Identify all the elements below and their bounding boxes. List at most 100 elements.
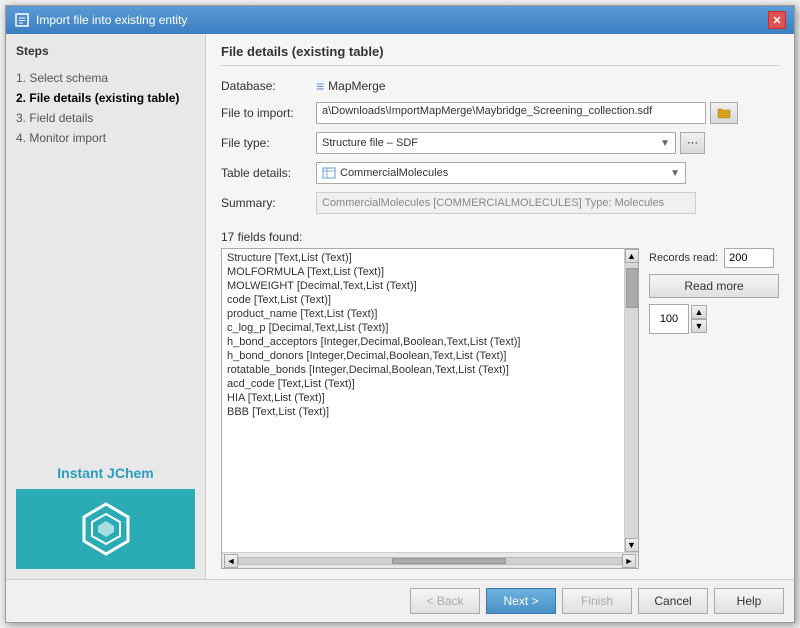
records-read-row: Records read: 200 xyxy=(649,248,779,268)
step-2-number: 2. xyxy=(16,91,26,105)
hexagon-logo-icon xyxy=(76,499,136,559)
table-combo-arrow-icon: ▼ xyxy=(670,168,680,179)
next-button[interactable]: Next > xyxy=(486,588,556,614)
step-1-number: 1. xyxy=(16,71,26,85)
list-item: acd_code [Text,List (Text)] xyxy=(222,377,624,391)
step-2: 2. File details (existing table) xyxy=(16,88,195,108)
vertical-scrollbar[interactable]: ▲ ▼ xyxy=(624,249,638,552)
database-icon: ≡ xyxy=(316,78,324,94)
file-type-combo-row: Structure file – SDF ▼ ··· xyxy=(316,132,779,154)
step-3-label: Field details xyxy=(29,111,93,125)
list-item: rotatable_bonds [Integer,Decimal,Boolean… xyxy=(222,363,624,377)
sidebar: Steps 1. Select schema 2. File details (… xyxy=(6,34,206,579)
step-3: 3. Field details xyxy=(16,108,195,128)
steps-list: 1. Select schema 2. File details (existi… xyxy=(16,68,195,148)
dialog-title: Import file into existing entity xyxy=(36,13,187,27)
list-item: MOLFORMULA [Text,List (Text)] xyxy=(222,265,624,279)
database-label: Database: xyxy=(221,79,316,93)
step-4-label: Monitor import xyxy=(29,131,106,145)
fields-inner: Structure [Text,List (Text)]MOLFORMULA [… xyxy=(222,249,638,552)
spinner-up-button[interactable]: ▲ xyxy=(691,305,707,319)
right-panel: Records read: 200 Read more 100 ▲ ▼ xyxy=(649,248,779,569)
file-type-row: File type: Structure file – SDF ▼ ··· xyxy=(221,132,779,154)
list-item: h_bond_acceptors [Integer,Decimal,Boolea… xyxy=(222,335,624,349)
list-item: code [Text,List (Text)] xyxy=(222,293,624,307)
file-to-import-row: File to import: a\Downloads\ImportMapMer… xyxy=(221,102,779,124)
main-panel: File details (existing table) Database: … xyxy=(206,34,794,579)
list-item: HIA [Text,List (Text)] xyxy=(222,391,624,405)
brand-label: Instant JChem xyxy=(57,465,153,481)
table-combo-row: CommercialMolecules ▼ xyxy=(316,162,779,184)
title-bar: Import file into existing entity ✕ xyxy=(6,6,794,34)
step-3-number: 3. xyxy=(16,111,26,125)
spinner-down-button[interactable]: ▼ xyxy=(691,319,707,333)
step-4: 4. Monitor import xyxy=(16,128,195,148)
table-icon xyxy=(322,167,336,179)
summary-value: CommercialMolecules [COMMERCIALMOLECULES… xyxy=(316,192,696,214)
step-2-label: File details (existing table) xyxy=(29,91,179,105)
horizontal-scrollbar: ◄ ► xyxy=(222,552,638,568)
summary-label: Summary: xyxy=(221,196,316,210)
h-scroll-thumb xyxy=(392,558,507,564)
scroll-right-button[interactable]: ► xyxy=(622,554,636,568)
file-type-label: File type: xyxy=(221,136,316,150)
content-area: Steps 1. Select schema 2. File details (… xyxy=(6,34,794,579)
spinner-value: 100 xyxy=(649,304,689,334)
scroll-thumb xyxy=(626,268,638,308)
title-bar-left: Import file into existing entity xyxy=(14,12,187,28)
h-scroll-track xyxy=(238,557,622,565)
fields-list[interactable]: Structure [Text,List (Text)]MOLFORMULA [… xyxy=(222,249,624,552)
logo-box xyxy=(16,489,195,569)
fields-found-label: 17 fields found: xyxy=(221,230,779,244)
dialog-icon xyxy=(14,12,30,28)
step-1: 1. Select schema xyxy=(16,68,195,88)
spinner-row: 100 ▲ ▼ xyxy=(649,304,779,334)
panel-title: File details (existing table) xyxy=(221,44,779,66)
help-button[interactable]: Help xyxy=(714,588,784,614)
browse-button[interactable] xyxy=(710,102,738,124)
scroll-track xyxy=(625,263,639,538)
step-4-number: 4. xyxy=(16,131,26,145)
step-1-label: Select schema xyxy=(29,71,108,85)
steps-title: Steps xyxy=(16,44,195,58)
list-item: c_log_p [Decimal,Text,List (Text)] xyxy=(222,321,624,335)
file-input-row: a\Downloads\ImportMapMerge\Maybridge_Scr… xyxy=(316,102,779,124)
database-row: Database: ≡ MapMerge xyxy=(221,78,779,94)
sidebar-logo-area: Instant JChem xyxy=(16,465,195,569)
database-value: ≡ MapMerge xyxy=(316,78,386,94)
file-type-value: Structure file – SDF xyxy=(322,137,418,149)
fields-section: 17 fields found: Structure [Text,List (T… xyxy=(221,230,779,569)
summary-row: Summary: CommercialMolecules [COMMERCIAL… xyxy=(221,192,779,214)
close-button[interactable]: ✕ xyxy=(768,11,786,29)
finish-button[interactable]: Finish xyxy=(562,588,632,614)
records-read-value: 200 xyxy=(724,248,774,268)
folder-icon xyxy=(717,107,731,119)
read-more-button[interactable]: Read more xyxy=(649,274,779,298)
list-item: product_name [Text,List (Text)] xyxy=(222,307,624,321)
back-button[interactable]: < Back xyxy=(410,588,480,614)
scroll-left-button[interactable]: ◄ xyxy=(224,554,238,568)
cancel-button[interactable]: Cancel xyxy=(638,588,708,614)
list-item: MOLWEIGHT [Decimal,Text,List (Text)] xyxy=(222,279,624,293)
database-name: MapMerge xyxy=(328,79,385,93)
bottom-bar: < Back Next > Finish Cancel Help xyxy=(6,579,794,622)
list-item: h_bond_donors [Integer,Decimal,Boolean,T… xyxy=(222,349,624,363)
file-type-combo[interactable]: Structure file – SDF ▼ xyxy=(316,132,676,154)
scroll-up-button[interactable]: ▲ xyxy=(625,249,639,263)
scroll-down-button[interactable]: ▼ xyxy=(625,538,639,552)
file-to-import-label: File to import: xyxy=(221,106,316,120)
table-value: CommercialMolecules xyxy=(340,167,448,179)
list-item: Structure [Text,List (Text)] xyxy=(222,251,624,265)
combo-arrow-icon: ▼ xyxy=(660,138,670,149)
file-path-display: a\Downloads\ImportMapMerge\Maybridge_Scr… xyxy=(316,102,706,124)
list-item: BBB [Text,List (Text)] xyxy=(222,405,624,419)
table-combo[interactable]: CommercialMolecules ▼ xyxy=(316,162,686,184)
table-details-label: Table details: xyxy=(221,166,316,180)
import-dialog: Import file into existing entity ✕ Steps… xyxy=(5,5,795,623)
file-type-options-button[interactable]: ··· xyxy=(680,132,705,154)
records-read-label: Records read: xyxy=(649,252,718,264)
fields-list-container: Structure [Text,List (Text)]MOLFORMULA [… xyxy=(221,248,639,569)
table-details-row: Table details: CommercialMolecules ▼ xyxy=(221,162,779,184)
spinner-buttons: ▲ ▼ xyxy=(691,305,707,333)
fields-content: Structure [Text,List (Text)]MOLFORMULA [… xyxy=(221,248,779,569)
